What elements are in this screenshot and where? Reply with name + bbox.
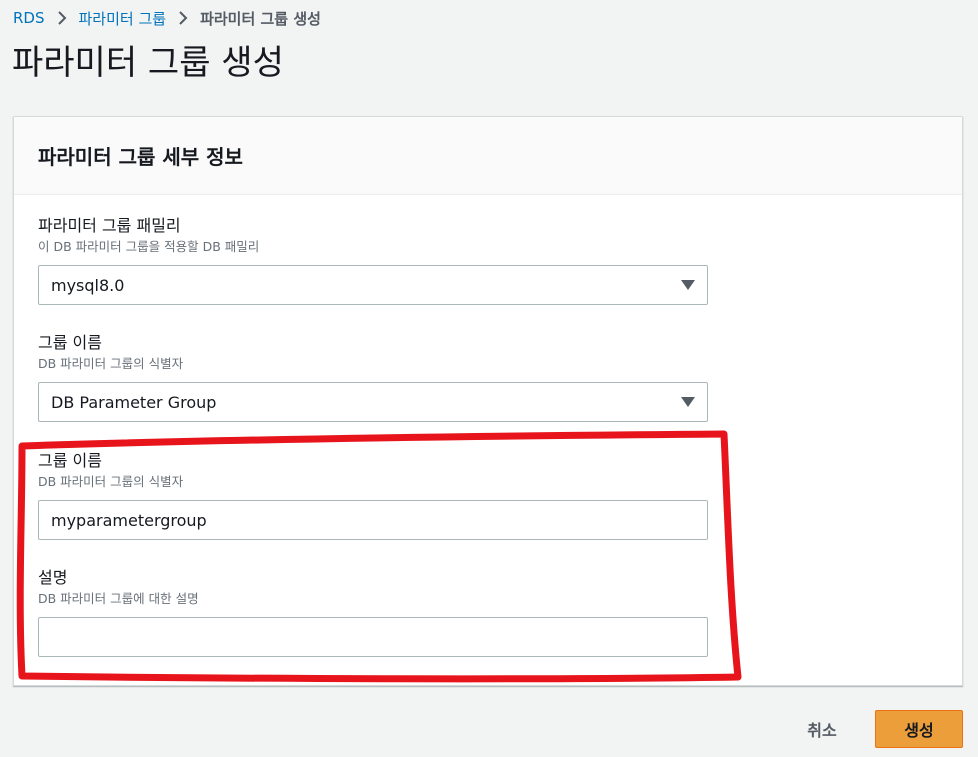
field-label: 파라미터 그룹 패밀리 [38, 216, 181, 235]
field-label: 그룹 이름 [38, 333, 102, 352]
field-label: 설명 [38, 568, 68, 587]
panel-header: 파라미터 그룹 세부 정보 [14, 117, 962, 195]
cancel-button[interactable]: 취소 [786, 710, 858, 748]
input-value: myparametergroup [51, 510, 207, 530]
page: RDS 파라미터 그룹 파라미터 그룹 생성 파라미터 그룹 생성 파라미터 그… [0, 0, 978, 757]
parameter-group-details-panel: 파라미터 그룹 세부 정보 파라미터 그룹 패밀리 이 DB 파라미터 그룹을 … [13, 116, 963, 686]
create-button[interactable]: 생성 [875, 710, 963, 748]
group-name-field: 그룹 이름 DB 파라미터 그룹의 식별자 myparametergroup [38, 450, 708, 540]
group-type-select[interactable]: DB Parameter Group [38, 382, 708, 422]
breadcrumb-parameter-groups-link[interactable]: 파라미터 그룹 [79, 8, 167, 29]
description-input[interactable] [38, 617, 708, 657]
caret-down-icon [681, 280, 695, 290]
panel-title: 파라미터 그룹 세부 정보 [38, 145, 243, 169]
caret-down-icon [681, 397, 695, 407]
field-description: DB 파라미터 그룹의 식별자 [38, 356, 184, 371]
select-value: DB Parameter Group [51, 392, 217, 412]
parameter-group-family-select[interactable]: mysql8.0 [38, 265, 708, 305]
page-title: 파라미터 그룹 생성 [12, 43, 284, 83]
field-description: 이 DB 파라미터 그룹을 적용할 DB 패밀리 [38, 239, 260, 254]
field-description: DB 파라미터 그룹에 대한 설명 [38, 591, 199, 606]
field-label: 그룹 이름 [38, 451, 102, 470]
chevron-right-icon [178, 11, 188, 25]
breadcrumb-rds-link[interactable]: RDS [13, 9, 45, 27]
group-name-input[interactable]: myparametergroup [38, 500, 708, 540]
select-value: mysql8.0 [51, 275, 125, 295]
breadcrumb-current: 파라미터 그룹 생성 [200, 9, 321, 28]
chevron-right-icon [57, 11, 67, 25]
breadcrumb: RDS 파라미터 그룹 파라미터 그룹 생성 [13, 7, 321, 29]
group-type-field: 그룹 이름 DB 파라미터 그룹의 식별자 DB Parameter Group [38, 332, 708, 422]
parameter-group-family-field: 파라미터 그룹 패밀리 이 DB 파라미터 그룹을 적용할 DB 패밀리 mys… [38, 215, 708, 305]
field-description: DB 파라미터 그룹의 식별자 [38, 474, 184, 489]
description-field: 설명 DB 파라미터 그룹에 대한 설명 [38, 567, 708, 657]
